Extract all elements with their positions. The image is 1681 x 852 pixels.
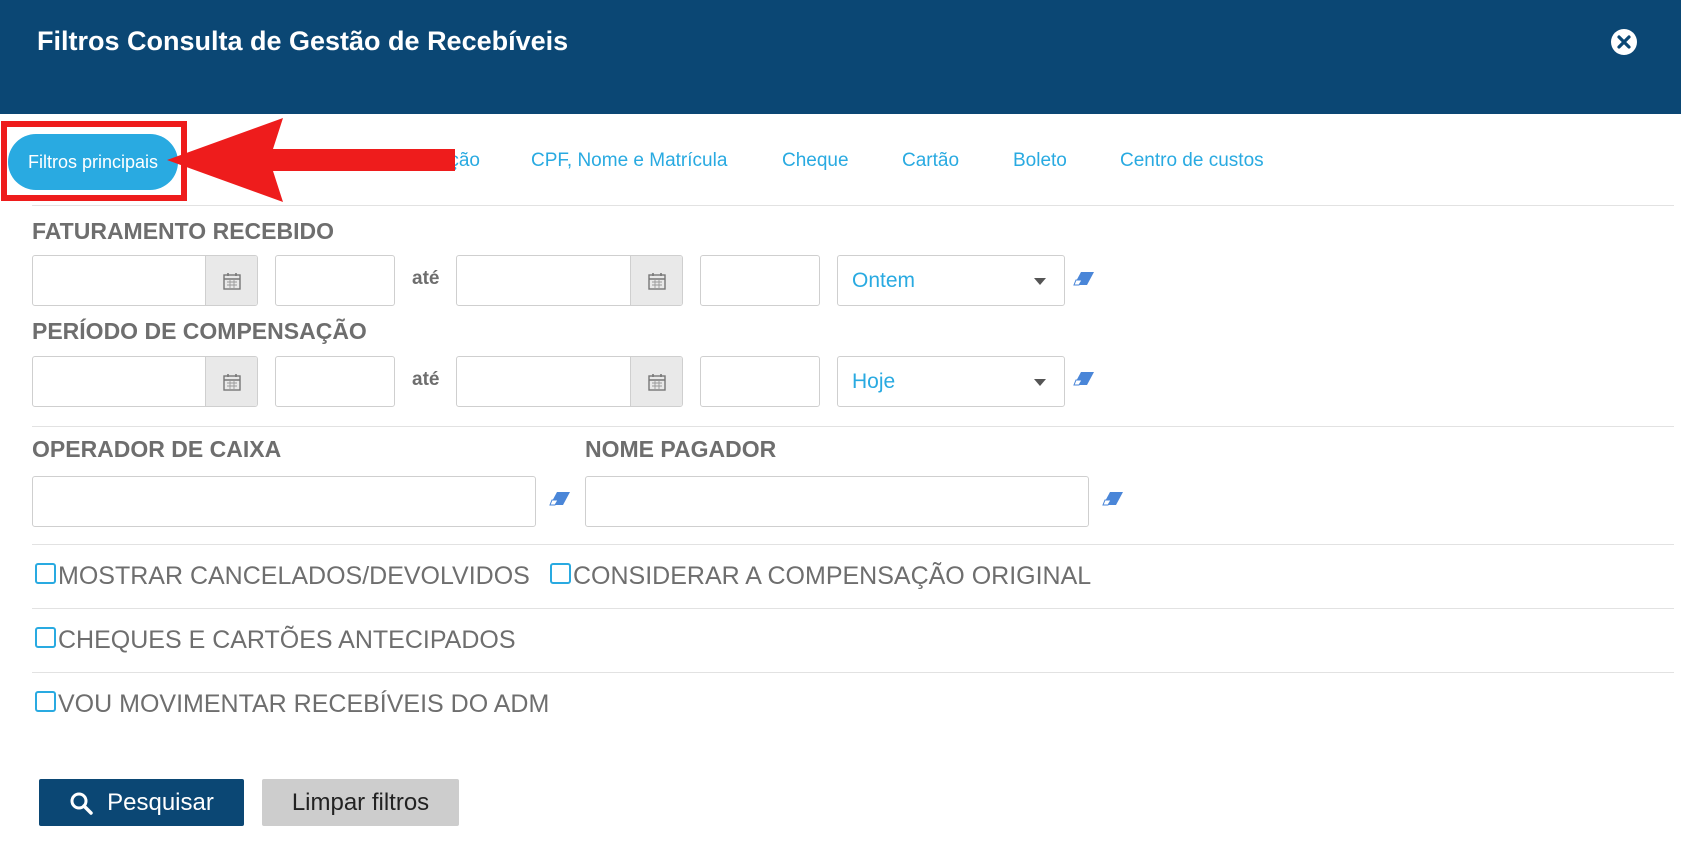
check-adm[interactable]: VOU MOVIMENTAR RECEBÍVEIS DO ADM <box>35 690 549 719</box>
search-button-label: Pesquisar <box>107 788 214 816</box>
selected-period: Hoje <box>852 369 896 393</box>
red-arrow-annotation <box>167 118 455 202</box>
tab-centro-de-custos[interactable]: Centro de custos <box>1120 150 1264 172</box>
calendar-icon <box>647 272 666 290</box>
chevron-down-icon <box>1034 379 1046 386</box>
tab-boleto[interactable]: Boleto <box>1013 150 1067 172</box>
faturamento-end-time[interactable] <box>700 255 820 306</box>
calendar-button[interactable] <box>630 256 682 305</box>
compensacao-end-date[interactable] <box>456 356 683 407</box>
close-button[interactable] <box>1611 29 1637 55</box>
divider <box>32 608 1674 609</box>
checkbox[interactable] <box>550 563 571 584</box>
clear-filters-button[interactable]: Limpar filtros <box>262 779 459 826</box>
divider <box>32 205 1674 206</box>
calendar-button[interactable] <box>205 357 257 406</box>
compensacao-period-select[interactable]: Hoje <box>837 356 1065 407</box>
check-label: MOSTRAR CANCELADOS/DEVOLVIDOS <box>58 562 530 590</box>
check-label: CONSIDERAR A COMPENSAÇÃO ORIGINAL <box>573 562 1092 590</box>
compensacao-start-date[interactable] <box>32 356 258 407</box>
check-label: CHEQUES E CARTÕES ANTECIPADOS <box>58 626 516 654</box>
calendar-icon <box>222 373 241 391</box>
divider <box>32 672 1674 673</box>
check-label: VOU MOVIMENTAR RECEBÍVEIS DO ADM <box>58 690 550 718</box>
close-icon <box>1617 35 1631 49</box>
calendar-button[interactable] <box>205 256 257 305</box>
tab-filtros-principais[interactable]: Filtros principais <box>8 134 178 190</box>
eraser-icon[interactable] <box>1102 491 1124 507</box>
eraser-icon[interactable] <box>549 491 571 507</box>
checkbox[interactable] <box>35 627 56 648</box>
search-button[interactable]: Pesquisar <box>39 779 244 826</box>
calendar-icon <box>647 373 666 391</box>
eraser-icon[interactable] <box>1073 271 1095 287</box>
operador-label: OPERADOR DE CAIXA <box>32 436 282 462</box>
faturamento-period-select[interactable]: Ontem <box>837 255 1065 306</box>
faturamento-start-date[interactable] <box>32 255 258 306</box>
tab-cartao[interactable]: Cartão <box>902 150 959 172</box>
search-icon <box>70 792 93 815</box>
eraser-icon[interactable] <box>1073 371 1095 387</box>
checkbox[interactable] <box>35 563 56 584</box>
compensacao-end-time[interactable] <box>700 356 820 407</box>
check-compensacao-original[interactable]: CONSIDERAR A COMPENSAÇÃO ORIGINAL <box>550 562 1091 591</box>
check-antecipados[interactable]: CHEQUES E CARTÕES ANTECIPADOS <box>35 626 516 655</box>
pagador-input[interactable] <box>585 476 1089 527</box>
tab-cpf-nome-matricula[interactable]: CPF, Nome e Matrícula <box>531 150 727 172</box>
modal-title: Filtros Consulta de Gestão de Recebíveis <box>37 26 569 56</box>
faturamento-start-time[interactable] <box>275 255 395 306</box>
compensacao-start-time[interactable] <box>275 356 395 407</box>
modal-header: Filtros Consulta de Gestão de Recebíveis <box>0 0 1681 114</box>
divider <box>32 426 1674 427</box>
check-cancelados[interactable]: MOSTRAR CANCELADOS/DEVOLVIDOS <box>35 562 530 591</box>
compensacao-label: PERÍODO DE COMPENSAÇÃO <box>32 318 367 344</box>
faturamento-label: FATURAMENTO RECEBIDO <box>32 218 334 244</box>
divider <box>32 544 1674 545</box>
operador-input[interactable] <box>32 476 536 527</box>
calendar-icon <box>222 272 241 290</box>
checkbox[interactable] <box>35 691 56 712</box>
faturamento-end-date[interactable] <box>456 255 683 306</box>
tab-cheque[interactable]: Cheque <box>782 150 849 172</box>
calendar-button[interactable] <box>630 357 682 406</box>
chevron-down-icon <box>1034 278 1046 285</box>
ate-label: até <box>412 268 440 289</box>
pagador-label: NOME PAGADOR <box>585 436 777 462</box>
ate-label: até <box>412 369 440 390</box>
selected-period: Ontem <box>852 268 916 292</box>
